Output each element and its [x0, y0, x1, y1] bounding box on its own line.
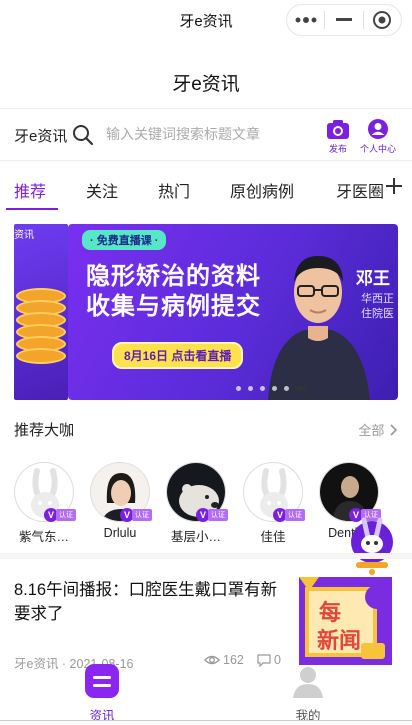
- section-title-experts: 推荐大咖: [14, 422, 75, 439]
- lecturer-photo: [268, 256, 370, 400]
- close-miniprogram-icon[interactable]: [364, 5, 401, 35]
- bottom-edge: [0, 720, 412, 725]
- active-tab-indicator: [6, 208, 58, 210]
- search-divider: [0, 160, 412, 161]
- view-all-label: 全部: [358, 423, 385, 438]
- free-live-badge: · 免费直播课 ·: [82, 230, 167, 250]
- thumbnail-text-2: 新闻: [317, 628, 362, 653]
- banner-slide-live-course[interactable]: · 免费直播课 · 隐形矫治的资料 收集与病例提交 8月16日 点击看直播 邓王…: [68, 224, 398, 400]
- verified-badge: V 认证: [44, 508, 76, 522]
- coin-icon: [16, 348, 66, 364]
- carousel-dot-active[interactable]: [296, 386, 306, 391]
- profile-center-button[interactable]: 个人中心: [358, 118, 398, 155]
- article-title[interactable]: 8.16午间播报：口腔医生戴口罩有新要求了: [14, 578, 290, 626]
- user-icon: [368, 119, 388, 139]
- carousel-dot[interactable]: [248, 386, 253, 391]
- camera-icon: [327, 120, 349, 139]
- add-tab-icon[interactable]: [384, 176, 404, 196]
- carousel-dot[interactable]: [272, 386, 277, 391]
- expert-name: 基层小…: [170, 530, 221, 544]
- lecturer-title-line2: 住院医: [361, 308, 394, 320]
- verified-tag: 认证: [285, 509, 305, 521]
- header-divider: [0, 108, 412, 109]
- lecturer-title-line1: 华西正: [361, 293, 394, 305]
- search-bar: 牙e资讯 发布 个人中心: [0, 110, 412, 160]
- expert-card[interactable]: V 认证 紫气东…: [12, 462, 76, 545]
- carousel-dot[interactable]: [284, 386, 289, 391]
- article-thumbnail[interactable]: 每 新闻: [299, 577, 392, 665]
- nav-mine[interactable]: 我的: [278, 664, 338, 724]
- carousel-dots: [236, 386, 306, 391]
- verified-tag: 认证: [56, 509, 76, 521]
- category-tabs: 推荐 关注 热门 原创病例 牙医圈: [0, 162, 412, 212]
- previous-slide[interactable]: 资讯: [14, 224, 68, 400]
- tab-dentist-circle[interactable]: 牙医圈: [336, 178, 384, 202]
- expert-card[interactable]: V 认证 Drlulu: [88, 462, 152, 540]
- verified-badge: V 认证: [273, 508, 305, 522]
- carousel-dot[interactable]: [236, 386, 241, 391]
- profile-label: 个人中心: [359, 144, 396, 154]
- expert-name: 佳佳: [260, 530, 286, 544]
- expert-card[interactable]: V 认证 佳佳: [241, 462, 305, 545]
- verified-tag: 认证: [132, 509, 152, 521]
- lecturer-name: 邓王: [356, 269, 390, 288]
- watch-live-button[interactable]: 8月16日 点击看直播: [112, 342, 244, 369]
- tab-recommend[interactable]: 推荐: [14, 178, 46, 202]
- brand-label: 牙e资讯: [14, 128, 68, 145]
- news-home-icon: [85, 664, 119, 698]
- banner-headline: 隐形矫治的资料 收集与病例提交: [86, 262, 261, 322]
- miniprogram-titlebar: 牙e资讯: [0, 0, 412, 40]
- banner-carousel[interactable]: 资讯 · 免费直播课 · 隐形矫治的资料 收集与病例提交 8月16日 点击看直播…: [0, 222, 412, 402]
- verified-badge: V 认证: [120, 508, 152, 522]
- previous-slide-label: 资讯: [14, 230, 34, 241]
- capsule-menu: [286, 4, 402, 36]
- nav-news[interactable]: 资讯: [72, 664, 132, 724]
- page-title: 牙e资讯: [172, 74, 240, 95]
- section-divider: [0, 553, 412, 559]
- tab-follow[interactable]: 关注: [86, 178, 118, 202]
- mascot-float-icon[interactable]: [350, 516, 394, 576]
- chevron-right-icon: [390, 424, 398, 436]
- carousel-dot[interactable]: [260, 386, 265, 391]
- bottom-tab-bar: 资讯 我的: [0, 664, 412, 725]
- banner-headline-line2: 收集与病例提交: [86, 293, 261, 320]
- expert-card[interactable]: V 认证 基层小…: [164, 462, 228, 545]
- profile-tab-icon: [293, 667, 323, 698]
- verified-tag: 认证: [208, 509, 228, 521]
- publish-button[interactable]: 发布: [318, 118, 358, 155]
- lecturer-title: 华西正 住院医: [361, 292, 394, 322]
- search-input[interactable]: [106, 122, 306, 146]
- publish-label: 发布: [328, 144, 347, 154]
- view-all-experts-link[interactable]: 全部: [358, 420, 398, 439]
- minimize-icon[interactable]: [325, 5, 362, 35]
- verified-badge: V 认证: [196, 508, 228, 522]
- banner-headline-line1: 隐形矫治的资料: [86, 263, 261, 290]
- search-icon[interactable]: [72, 124, 94, 146]
- tab-hot[interactable]: 热门: [158, 178, 190, 202]
- expert-name: 紫气东…: [18, 530, 69, 544]
- expert-name: Drlulu: [103, 526, 137, 540]
- more-options-icon[interactable]: [287, 5, 324, 35]
- tab-original-cases[interactable]: 原创病例: [230, 178, 294, 202]
